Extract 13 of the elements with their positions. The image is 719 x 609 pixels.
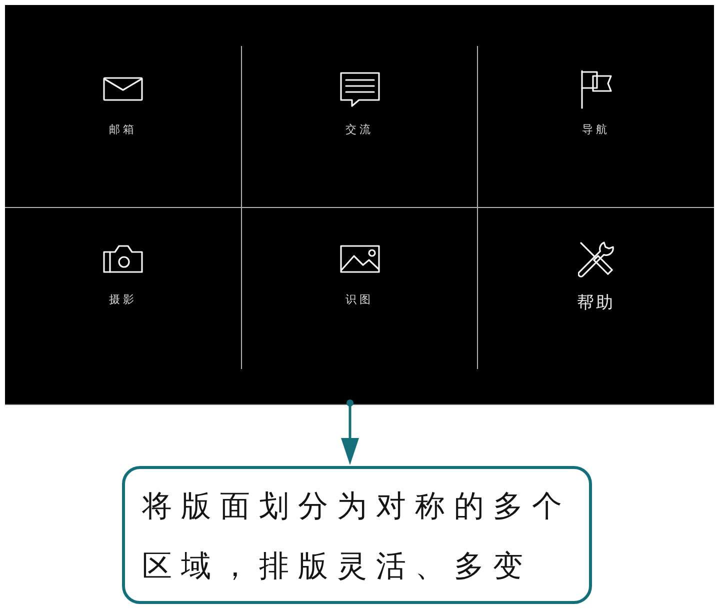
callout-text: 将版面划分为对称的多个区域，排版灵活、多变 bbox=[142, 489, 572, 585]
image-icon bbox=[340, 245, 380, 273]
menu-tile-button[interactable]: 摄影 bbox=[102, 239, 143, 307]
menu-tile-button[interactable]: 帮助 bbox=[577, 239, 616, 313]
wrench-screwdriver-icon bbox=[578, 240, 614, 278]
menu-tile-button[interactable]: 导航 bbox=[580, 69, 612, 137]
menu-tile-button[interactable]: 交流 bbox=[340, 69, 380, 137]
chat-bubble-icon bbox=[340, 72, 380, 106]
mail-icon bbox=[102, 77, 143, 101]
camera-icon bbox=[102, 245, 143, 273]
flag-icon bbox=[580, 70, 612, 108]
menu-tile-button[interactable]: 识图 bbox=[340, 239, 380, 307]
menu-tile-button[interactable]: 邮箱 bbox=[102, 69, 143, 137]
